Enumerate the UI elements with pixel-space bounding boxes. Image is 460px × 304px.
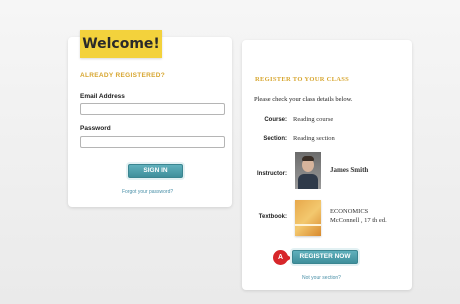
photo-body bbox=[298, 174, 318, 189]
step-badge: A bbox=[273, 250, 288, 265]
course-value: Reading course bbox=[293, 116, 334, 123]
section-value: Reading section bbox=[293, 135, 335, 142]
sign-in-button[interactable]: SIGN IN bbox=[128, 164, 183, 178]
textbook-label: Textbook: bbox=[258, 214, 287, 220]
textbook-cover-image bbox=[295, 200, 321, 236]
instructor-name: James Smith bbox=[330, 166, 369, 174]
email-label: Email Address bbox=[80, 93, 125, 100]
section-label: Section: bbox=[263, 136, 287, 142]
textbook-title: ECONOMICS bbox=[330, 208, 369, 215]
welcome-banner: Welcome! bbox=[80, 30, 162, 58]
course-label: Course: bbox=[264, 117, 287, 123]
login-heading: ALREADY REGISTERED? bbox=[80, 72, 166, 79]
password-label: Password bbox=[80, 125, 111, 132]
photo-hair bbox=[302, 156, 314, 161]
textbook-edition: McConnell , 17 th ed. bbox=[330, 217, 387, 224]
instructor-label: Instructor: bbox=[257, 171, 287, 177]
not-your-section-link[interactable]: Not your section? bbox=[302, 275, 341, 281]
login-card bbox=[68, 37, 232, 207]
email-field[interactable] bbox=[80, 103, 225, 115]
register-now-button[interactable]: REGISTER NOW bbox=[292, 250, 358, 264]
password-field[interactable] bbox=[80, 136, 225, 148]
register-heading: REGISTER TO YOUR CLASS bbox=[255, 76, 350, 83]
forgot-password-link[interactable]: Forgot your password? bbox=[122, 189, 173, 195]
instructor-photo bbox=[295, 152, 321, 189]
cover-stripe bbox=[295, 224, 321, 226]
instructions-text: Please check your class details below. bbox=[254, 96, 353, 103]
